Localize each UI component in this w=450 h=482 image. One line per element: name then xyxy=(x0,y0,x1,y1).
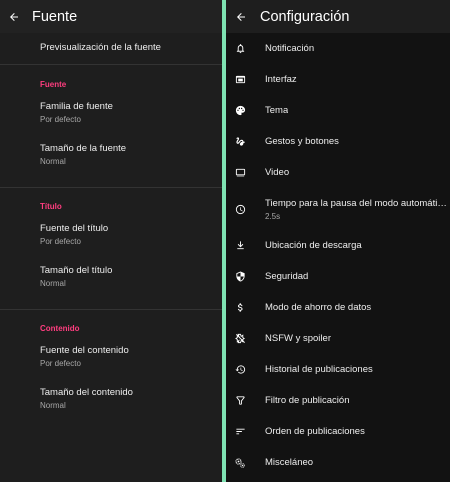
monitor-icon xyxy=(226,157,254,188)
settings-item-label: Interfaz xyxy=(265,74,297,85)
title-font-value: Por defecto xyxy=(40,237,81,246)
settings-item-label: Seguridad xyxy=(265,271,309,282)
settings-item-gestures[interactable]: Gestos y botones xyxy=(226,126,450,157)
download-icon xyxy=(226,230,254,261)
category-content: Contenido xyxy=(40,324,80,333)
palette-icon xyxy=(226,95,254,126)
settings-item-label: Orden de publicaciones xyxy=(265,426,365,437)
settings-item-label: Historial de publicaciones xyxy=(265,364,373,375)
settings-item-label: Filtro de publicación xyxy=(265,395,350,406)
content-size-item[interactable]: Tamaño del contenido Normal xyxy=(0,387,222,421)
settings-item-data-saver[interactable]: Modo de ahorro de datos xyxy=(226,292,450,323)
content-font-item[interactable]: Fuente del contenido Por defecto xyxy=(0,345,222,385)
sort-icon xyxy=(226,416,254,447)
settings-item-value: 2.5s xyxy=(265,211,281,221)
history-icon xyxy=(226,354,254,385)
settings-item-label: Tiempo para la pausa del modo automáti… xyxy=(265,197,447,209)
settings-item-download-location[interactable]: Ubicación de descarga xyxy=(226,230,450,261)
arrow-back-icon xyxy=(237,12,245,21)
divider xyxy=(0,64,222,65)
settings-item-label: Ubicación de descarga xyxy=(265,240,362,251)
settings-item-interface[interactable]: Interfaz xyxy=(226,64,450,95)
settings-item-video[interactable]: Video xyxy=(226,157,450,188)
settings-item-nsfw[interactable]: NSFW y spoiler xyxy=(226,323,450,354)
title-size-item[interactable]: Tamaño del título Normal xyxy=(0,265,222,299)
settings-item-label: Misceláneo xyxy=(265,457,314,468)
nsfw-icon xyxy=(226,323,254,354)
font-size-item[interactable]: Tamaño de la fuente Normal xyxy=(0,143,222,177)
settings-icon xyxy=(226,447,254,478)
category-title: Título xyxy=(40,202,62,211)
page-title: Configuración xyxy=(260,8,350,25)
back-button[interactable] xyxy=(226,0,256,33)
title-size-value: Normal xyxy=(40,279,66,288)
bell-icon xyxy=(226,33,254,64)
font-preview-item[interactable]: Previsualización de la fuente xyxy=(0,33,222,63)
settings-item-post-filter[interactable]: Filtro de publicación xyxy=(226,385,450,416)
settings-item-label: Gestos y botones xyxy=(265,136,339,147)
settings-item-autoplay-pause[interactable]: Tiempo para la pausa del modo automáti… … xyxy=(226,188,450,230)
settings-item-label: Video xyxy=(265,167,290,178)
content-font-value: Por defecto xyxy=(40,359,81,368)
settings-item-post-sort[interactable]: Orden de publicaciones xyxy=(226,416,450,447)
app-bar: Configuración xyxy=(226,0,450,33)
settings-item-misc[interactable]: Misceláneo xyxy=(226,447,450,478)
clock-icon xyxy=(226,188,254,230)
filter-icon xyxy=(226,385,254,416)
settings-item-label: Tema xyxy=(265,105,289,116)
settings-item-notification[interactable]: Notificación xyxy=(226,33,450,64)
font-size-value: Normal xyxy=(40,157,66,166)
dollar-icon xyxy=(226,292,254,323)
back-button[interactable] xyxy=(0,0,28,33)
settings-item-label: Modo de ahorro de datos xyxy=(265,302,372,313)
gesture-icon xyxy=(226,126,254,157)
font-settings-pane: Fuente Previsualización de la fuente Fue… xyxy=(0,0,222,482)
content-size-title: Tamaño del contenido xyxy=(40,387,133,398)
page-title: Fuente xyxy=(32,8,78,25)
divider xyxy=(0,309,222,310)
font-family-value: Por defecto xyxy=(40,115,81,124)
shield-icon xyxy=(226,261,254,292)
font-preview-label: Previsualización de la fuente xyxy=(40,42,161,53)
arrow-back-icon xyxy=(10,12,18,21)
window-icon xyxy=(226,64,254,95)
title-font-item[interactable]: Fuente del título Por defecto xyxy=(0,223,222,263)
font-size-title: Tamaño de la fuente xyxy=(40,143,127,154)
font-family-title: Familia de fuente xyxy=(40,101,113,112)
title-font-title: Fuente del título xyxy=(40,223,109,234)
category-font: Fuente xyxy=(40,80,67,89)
settings-item-theme[interactable]: Tema xyxy=(226,95,450,126)
title-size-title: Tamaño del título xyxy=(40,265,113,276)
content-font-title: Fuente del contenido xyxy=(40,345,129,356)
font-family-item[interactable]: Familia de fuente Por defecto xyxy=(0,101,222,141)
settings-item-post-history[interactable]: Historial de publicaciones xyxy=(226,354,450,385)
settings-pane: Configuración Notificación Interfaz Tema xyxy=(226,0,450,482)
settings-item-security[interactable]: Seguridad xyxy=(226,261,450,292)
content-size-value: Normal xyxy=(40,401,66,410)
settings-item-label: NSFW y spoiler xyxy=(265,333,331,344)
divider xyxy=(0,187,222,188)
settings-list: Notificación Interfaz Tema Gestos y boto… xyxy=(226,33,450,478)
app-bar: Fuente xyxy=(0,0,222,33)
settings-item-label: Notificación xyxy=(265,43,315,54)
